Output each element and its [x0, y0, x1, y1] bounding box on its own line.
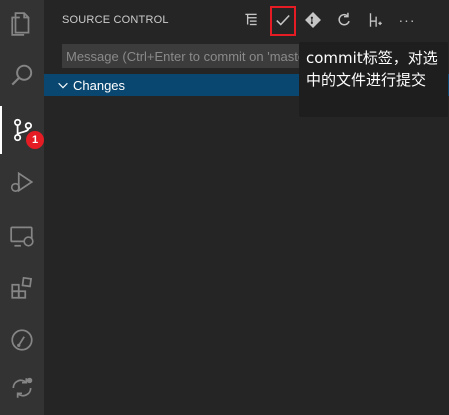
- panel-title: SOURCE CONTROL: [62, 14, 169, 26]
- activity-bar: 1: [0, 0, 44, 415]
- panel-header: SOURCE CONTROL 2: [44, 0, 449, 65]
- search-icon: [11, 64, 33, 86]
- changes-label: Changes: [73, 78, 126, 93]
- branch-button[interactable]: [363, 8, 387, 32]
- commit-highlight-box: [270, 6, 296, 36]
- git-actions-button[interactable]: [301, 8, 325, 32]
- explorer-button[interactable]: [0, 0, 44, 48]
- git-icon: [305, 12, 321, 28]
- timeline-button[interactable]: [0, 316, 44, 364]
- run-debug-button[interactable]: [0, 158, 44, 206]
- more-actions-button[interactable]: ···: [395, 8, 419, 32]
- extensions-button[interactable]: [0, 264, 44, 312]
- explorer-icon: [11, 12, 30, 36]
- chevron-down-icon: [58, 82, 68, 89]
- refresh-button[interactable]: [332, 8, 356, 32]
- remote-explorer-icon: [10, 226, 34, 247]
- branch-icon: [369, 13, 382, 27]
- view-as-tree-button[interactable]: [239, 8, 263, 32]
- source-control-badge: 1: [26, 131, 44, 149]
- refresh-icon: [338, 12, 350, 26]
- extensions-icon: [11, 276, 33, 299]
- remote-explorer-button[interactable]: [0, 212, 44, 260]
- commit-tooltip: commit标签，对选中的文件进行提交: [299, 42, 448, 117]
- run-debug-icon: [10, 171, 34, 193]
- sync-icon: [12, 377, 33, 398]
- search-button[interactable]: [0, 52, 44, 100]
- timeline-icon: [11, 329, 33, 351]
- sync-button[interactable]: [0, 364, 44, 412]
- view-as-tree-icon: [245, 13, 257, 26]
